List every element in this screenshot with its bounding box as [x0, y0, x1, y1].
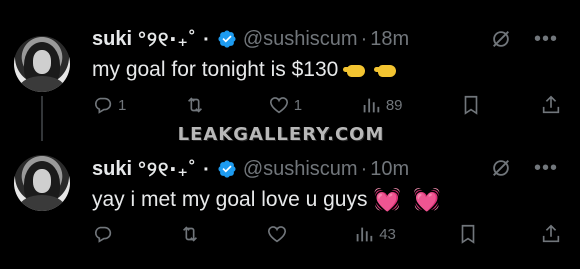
avatar-body: [20, 195, 64, 211]
tweet-1[interactable]: suki °୨୧‧₊˚ · @sushiscum · 18m ••• my go…: [0, 0, 580, 141]
avatar-face: [33, 169, 51, 193]
more-options-icon[interactable]: •••: [534, 158, 558, 178]
tweet-text: my goal for tonight is $130: [92, 58, 400, 82]
verified-badge-icon: [218, 30, 236, 48]
repost-button[interactable]: [184, 94, 210, 116]
views-count: 89: [385, 96, 403, 114]
tweet-top-icons: •••: [490, 157, 558, 179]
action-bar: 43: [92, 221, 562, 247]
avatar-body: [20, 76, 64, 92]
action-bar: 1 1 89: [92, 92, 562, 118]
share-button[interactable]: [540, 94, 562, 116]
views-button[interactable]: 43: [353, 223, 396, 245]
tweet-top-icons: •••: [490, 28, 558, 50]
views-count: 43: [379, 225, 396, 243]
separator-dot: ·: [360, 27, 368, 50]
backhand-index-pointing-left-icon: [374, 59, 400, 81]
like-button[interactable]: 1: [268, 94, 302, 116]
separator-dot: ·: [360, 157, 368, 180]
display-name-suffix: °୨୧‧₊˚ ·: [138, 158, 211, 181]
tweet-text: yay i met my goal love u guys 💓 💓: [92, 187, 443, 213]
views-icon: [356, 227, 373, 242]
tweet-header: suki °୨୧‧₊˚ · @sushiscum · 10m: [92, 155, 409, 183]
bookmark-icon: [464, 95, 478, 115]
display-name[interactable]: suki: [92, 158, 132, 181]
share-icon: [542, 95, 560, 114]
heart-icon: [269, 97, 288, 114]
display-name[interactable]: suki: [92, 28, 132, 51]
handle[interactable]: @sushiscum: [243, 28, 358, 51]
bookmark-icon: [461, 224, 475, 244]
grok-icon[interactable]: [490, 28, 512, 50]
repost-icon: [188, 97, 203, 113]
tweet-text-content: yay i met my goal love u guys: [92, 188, 368, 211]
share-button[interactable]: [540, 223, 562, 245]
repost-button[interactable]: [179, 223, 205, 245]
verified-badge-icon: [218, 160, 236, 178]
reply-button[interactable]: 1: [92, 94, 126, 116]
tweet-header: suki °୨୧‧₊˚ · @sushiscum · 18m: [92, 25, 409, 53]
tweet-text-content: my goal for tonight is $130: [92, 58, 339, 81]
more-options-icon[interactable]: •••: [534, 29, 558, 49]
reply-button[interactable]: [92, 223, 118, 245]
backhand-index-pointing-left-icon: [343, 59, 369, 81]
views-icon: [363, 98, 380, 113]
timestamp[interactable]: 18m: [370, 28, 409, 51]
beating-heart-emoji: 💓 💓: [373, 187, 444, 212]
reply-icon: [94, 226, 112, 243]
avatar[interactable]: [14, 155, 70, 211]
grok-icon[interactable]: [490, 157, 512, 179]
display-name-suffix: °୨୧‧₊˚ ·: [138, 28, 211, 51]
timestamp[interactable]: 10m: [370, 158, 409, 181]
reply-icon: [94, 97, 112, 114]
heart-icon: [268, 226, 287, 243]
reply-count: 1: [118, 96, 127, 114]
like-count: 1: [293, 96, 303, 114]
tweet-2[interactable]: suki °୨୧‧₊˚ · @sushiscum · 10m ••• yay i…: [0, 135, 580, 269]
like-button[interactable]: [266, 223, 292, 245]
avatar-face: [33, 50, 51, 74]
bookmark-button[interactable]: [460, 94, 482, 116]
bookmark-button[interactable]: [457, 223, 479, 245]
repost-icon: [183, 226, 198, 242]
views-button[interactable]: 89: [360, 94, 403, 116]
avatar[interactable]: [14, 36, 70, 92]
share-icon: [542, 224, 560, 243]
handle[interactable]: @sushiscum: [243, 158, 358, 181]
